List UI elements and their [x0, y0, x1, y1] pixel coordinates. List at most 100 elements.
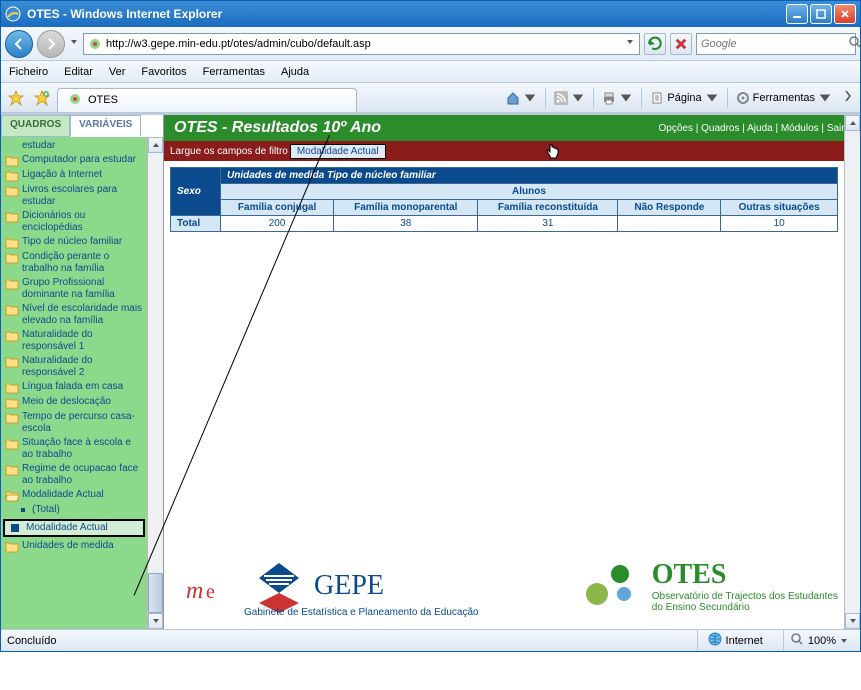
search-icon[interactable] — [848, 35, 861, 52]
drag-chip-modalidade[interactable]: Modalidade Actual — [290, 144, 386, 159]
sidebar-item[interactable]: Unidades de medida — [1, 539, 147, 554]
tools-menu[interactable]: Ferramentas — [732, 87, 836, 109]
sidebar-item[interactable]: Nível de escolaridade mais elevado na fa… — [1, 302, 147, 328]
sidebar-scrollbar[interactable] — [147, 137, 163, 629]
sidebar-item[interactable]: Regime de ocupacao face ao trabalho — [1, 462, 147, 488]
menu-editar[interactable]: Editar — [64, 66, 93, 78]
sidebar-item-modalidade-selected[interactable]: Modalidade Actual — [3, 519, 145, 537]
sidebar-item[interactable]: estudar — [1, 139, 147, 153]
globe-icon — [708, 632, 722, 649]
status-zone: Internet — [697, 630, 773, 651]
menu-bar: Ficheiro Editar Ver Favoritos Ferramenta… — [1, 61, 860, 83]
sidebar-item[interactable]: Língua falada em casa — [1, 380, 147, 395]
menu-favoritos[interactable]: Favoritos — [141, 66, 186, 78]
sidebar-item[interactable]: Condição perante o trabalho na família — [1, 250, 147, 276]
page-menu[interactable]: Página — [646, 87, 722, 109]
back-button[interactable] — [5, 30, 33, 58]
menu-ver[interactable]: Ver — [109, 66, 126, 78]
favorites-star-icon[interactable] — [5, 87, 27, 109]
search-box[interactable] — [696, 33, 856, 55]
refresh-button[interactable] — [644, 33, 666, 55]
col-header[interactable]: Família reconstituída — [478, 200, 618, 216]
tab-toolbar: OTES Página Ferramentas — [1, 83, 860, 113]
stop-button[interactable] — [670, 33, 692, 55]
sidebar-list: estudar Computador para estudar Ligação … — [1, 137, 163, 629]
scroll-track[interactable] — [845, 131, 860, 613]
print-button[interactable] — [598, 87, 637, 109]
menu-ficheiro[interactable]: Ficheiro — [9, 66, 48, 78]
scroll-track[interactable] — [148, 153, 163, 613]
link-sair[interactable]: Sair — [827, 123, 845, 134]
search-input[interactable] — [701, 38, 844, 50]
sidebar-item[interactable]: Tipo de núcleo familiar — [1, 235, 147, 250]
folder-icon — [5, 541, 19, 553]
sidebar-item[interactable]: Computador para estudar — [1, 153, 147, 168]
col-header[interactable]: Outras situações — [721, 200, 838, 216]
sidebar-item[interactable]: Naturalidade do responsável 2 — [1, 354, 147, 380]
sidebar-item-modalidade[interactable]: Modalidade Actual — [1, 488, 147, 503]
sidebar-item[interactable]: Livros escolares para estudar — [1, 183, 147, 209]
zoom-icon — [790, 632, 804, 649]
link-modulos[interactable]: Módulos — [781, 123, 819, 134]
sidebar-subitem-total[interactable]: (Total) — [1, 503, 147, 517]
filter-drop-area[interactable]: Largue os campos de filtro Modalidade Ac… — [164, 141, 860, 161]
scroll-down-icon[interactable] — [148, 613, 163, 629]
minimize-button[interactable] — [786, 4, 808, 24]
row-axis-header: Sexo — [171, 168, 221, 216]
url-input[interactable] — [106, 38, 621, 50]
me-logo: me — [184, 570, 224, 613]
scroll-down-icon[interactable] — [845, 613, 860, 629]
folder-icon — [5, 170, 19, 182]
sidebar-item[interactable]: Meio de deslocação — [1, 395, 147, 410]
home-button[interactable] — [502, 87, 541, 109]
chevron-expand-icon[interactable] — [840, 89, 856, 106]
sidebar-item[interactable]: Ligação à Internet — [1, 168, 147, 183]
ie-icon — [5, 6, 21, 22]
address-dropdown-icon[interactable] — [625, 37, 635, 50]
menu-ajuda[interactable]: Ajuda — [281, 66, 309, 78]
col-header[interactable]: Não Responde — [618, 200, 721, 216]
cursor-hand-icon — [544, 143, 560, 161]
sidebar-item[interactable]: Dicionários ou enciclopédias — [1, 209, 147, 235]
link-ajuda[interactable]: Ajuda — [747, 123, 773, 134]
cell: 31 — [478, 216, 618, 232]
folder-icon — [5, 211, 19, 223]
folder-icon — [5, 438, 19, 450]
scroll-up-icon[interactable] — [148, 137, 163, 153]
link-opcoes[interactable]: Opções — [659, 123, 693, 134]
otes-text: OTES — [652, 559, 838, 591]
link-quadros[interactable]: Quadros — [701, 123, 739, 134]
svg-text:e: e — [206, 581, 215, 603]
sidebar-tabs: QUADROS VARIÁVEIS — [1, 115, 163, 137]
rss-button[interactable] — [550, 87, 589, 109]
page-header: OTES - Resultados 10º Ano Opções | Quadr… — [164, 115, 860, 141]
content-area: QUADROS VARIÁVEIS estudar Computador par… — [1, 113, 860, 629]
close-button[interactable] — [834, 4, 856, 24]
add-favorite-icon[interactable] — [31, 87, 53, 109]
scroll-thumb[interactable] — [148, 573, 163, 613]
folder-icon — [5, 237, 19, 249]
forward-button[interactable] — [37, 30, 65, 58]
filter-hint: Largue os campos de filtro — [170, 146, 288, 157]
col-header[interactable]: Família conjugal — [221, 200, 334, 216]
sidebar-item[interactable]: Situação face à escola e ao trabalho — [1, 436, 147, 462]
sidebar-item[interactable]: Tempo de percurso casa-escola — [1, 410, 147, 436]
nav-history-dropdown[interactable] — [69, 37, 79, 50]
chevron-down-icon[interactable] — [840, 637, 848, 645]
folder-icon — [5, 278, 19, 290]
tab-quadros[interactable]: QUADROS — [1, 115, 70, 137]
sidebar-item[interactable]: Grupo Profissional dominante na família — [1, 276, 147, 302]
sidebar-item[interactable]: Naturalidade do responsável 1 — [1, 328, 147, 354]
navigation-toolbar — [1, 27, 860, 61]
status-text: Concluído — [7, 635, 687, 647]
address-bar[interactable] — [83, 33, 640, 55]
maximize-button[interactable] — [810, 4, 832, 24]
browser-tab[interactable]: OTES — [57, 88, 357, 112]
row-label[interactable]: Total — [171, 216, 221, 232]
tab-variaveis[interactable]: VARIÁVEIS — [70, 115, 141, 137]
zoom-control[interactable]: 100% — [783, 630, 854, 651]
main-scrollbar[interactable] — [844, 115, 860, 629]
col-header[interactable]: Família monoparental — [334, 200, 478, 216]
scroll-up-icon[interactable] — [845, 115, 860, 131]
menu-ferramentas[interactable]: Ferramentas — [203, 66, 265, 78]
